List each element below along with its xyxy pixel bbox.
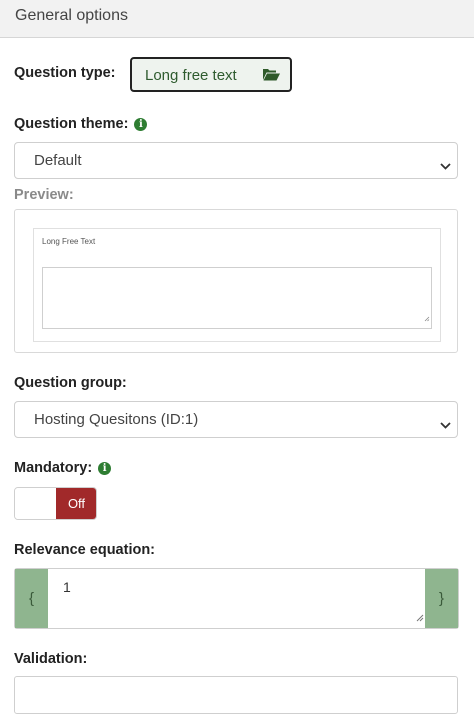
question-theme-label: Question theme: (14, 116, 129, 132)
relevance-value: 1 (63, 579, 71, 595)
panel-title: General options (15, 7, 128, 24)
chevron-down-icon (440, 157, 451, 174)
question-theme-label-row: Question theme: i (14, 116, 148, 132)
question-type-label: Question type: (14, 65, 116, 81)
question-theme-selected: Default (34, 152, 82, 169)
resize-grip-icon (424, 309, 430, 327)
preview-box: Long Free Text (14, 209, 458, 353)
left-brace-addon: { (15, 569, 48, 628)
question-type-button[interactable]: Long free text (130, 57, 292, 92)
question-group-label: Question group: (14, 375, 127, 391)
panel-header: General options (0, 0, 474, 38)
mandatory-toggle[interactable]: Off (14, 487, 97, 520)
question-theme-select[interactable]: Default (14, 142, 458, 179)
question-group-selected: Hosting Quesitons (ID:1) (34, 411, 199, 428)
question-group-select[interactable]: Hosting Quesitons (ID:1) (14, 401, 458, 438)
mandatory-label-row: Mandatory: i (14, 460, 112, 476)
preview-label: Preview: (14, 187, 74, 203)
info-circle-icon[interactable]: i (134, 118, 148, 131)
relevance-label: Relevance equation: (14, 542, 156, 558)
toggle-handle[interactable] (15, 488, 55, 519)
folder-open-icon (263, 68, 280, 85)
right-brace-addon: } (425, 569, 458, 628)
info-circle-icon[interactable]: i (98, 462, 112, 475)
chevron-down-icon (440, 416, 451, 433)
relevance-input-group: { 1 } (14, 568, 459, 629)
relevance-textarea[interactable]: 1 (49, 569, 425, 628)
preview-question: Long Free Text (33, 228, 441, 342)
validation-input[interactable] (14, 676, 458, 714)
question-type-value: Long free text (145, 67, 237, 84)
preview-textarea (42, 267, 432, 329)
preview-question-title: Long Free Text (42, 237, 96, 246)
validation-label: Validation: (14, 651, 88, 667)
toggle-off-label[interactable]: Off (56, 488, 96, 519)
mandatory-label: Mandatory: (14, 460, 93, 476)
resize-grip-icon[interactable] (416, 609, 424, 627)
